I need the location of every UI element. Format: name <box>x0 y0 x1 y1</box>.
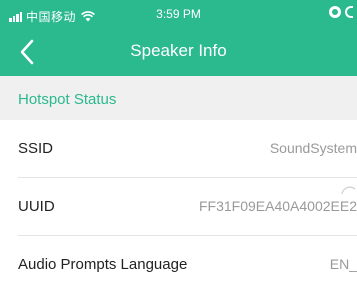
status-bar: 中国移动 3:59 PM <box>0 0 357 28</box>
row-label: UUID <box>18 198 55 215</box>
section-header-hotspot-status: Hotspot Status <box>0 76 357 120</box>
status-right <box>329 6 353 18</box>
row-label: Audio Prompts Language <box>18 256 188 273</box>
list-row-audio-prompts-language[interactable]: Audio Prompts Language EN_ <box>0 236 357 292</box>
app-header: 中国移动 3:59 PM Speaker Info <box>0 0 357 76</box>
section-title: Hotspot Status <box>18 91 117 108</box>
row-value: EN_ <box>329 256 357 272</box>
navigation-bar: Speaker Info <box>0 28 357 76</box>
row-label: SSID <box>18 140 54 157</box>
page-title: Speaker Info <box>130 41 227 60</box>
row-value: FF31F09EA40A4002EE2 <box>199 198 357 214</box>
list-row-uuid[interactable]: UUID FF31F09EA40A4002EE2 <box>0 178 357 236</box>
orientation-lock-icon <box>345 6 353 18</box>
row-value: SoundSystem <box>269 140 357 156</box>
alarm-icon <box>329 6 341 18</box>
list-row-ssid[interactable]: SSID SoundSystem <box>0 120 357 178</box>
status-time: 3:59 PM <box>156 7 201 21</box>
